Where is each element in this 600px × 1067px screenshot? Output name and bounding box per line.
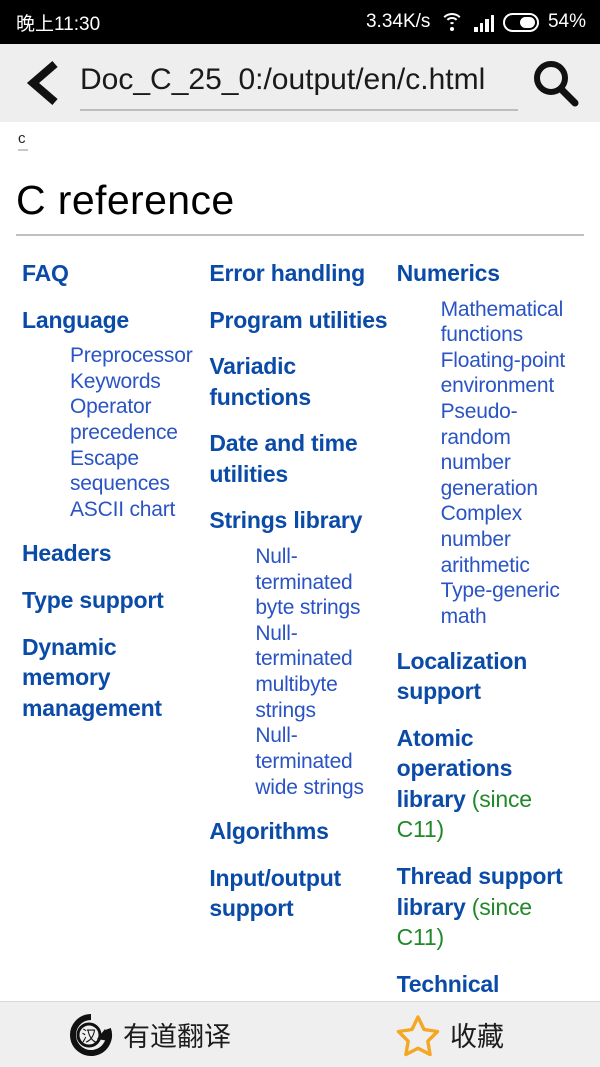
- signal-bars-icon: [474, 13, 494, 32]
- reference-top-link[interactable]: Numerics: [397, 258, 578, 289]
- reference-sub-link[interactable]: Null-terminated multibyte strings: [255, 621, 388, 723]
- reference-top-link-label: Type support: [22, 587, 164, 613]
- reference-top-link[interactable]: Technical Specifications: [397, 969, 578, 1001]
- reference-sub-link[interactable]: Complex number arithmetic: [441, 501, 578, 578]
- reference-top-link-label: FAQ: [22, 260, 69, 286]
- reference-sub-link[interactable]: Null-terminated wide strings: [255, 723, 388, 800]
- wifi-icon: [439, 12, 465, 32]
- star-outline-icon: [396, 1014, 440, 1056]
- breadcrumb[interactable]: c: [18, 122, 28, 151]
- reference-sub-link[interactable]: Keywords: [70, 369, 199, 395]
- reference-sublist: Null-terminated byte strings Null-termina…: [209, 544, 388, 800]
- reference-top-link[interactable]: Localization support: [397, 646, 578, 707]
- reference-sub-link[interactable]: Pseudo-random number generation: [441, 399, 578, 501]
- reference-top-link-label: Program utilities: [209, 306, 388, 333]
- status-clock: 晚上11:30: [16, 13, 101, 35]
- reference-sub-link[interactable]: ASCII chart: [70, 497, 199, 523]
- reference-sub-link[interactable]: Escape sequences: [70, 446, 199, 497]
- reference-sub-link[interactable]: Type-generic math: [441, 578, 578, 629]
- battery-icon: [502, 12, 539, 32]
- reference-columns: FAQ Language Preprocessor Keywords Operator …: [16, 258, 584, 1001]
- page-title: C reference: [16, 177, 584, 236]
- translate-label: 有道翻译: [123, 1022, 231, 1052]
- reference-top-link-label: Variadic functions: [209, 353, 312, 410]
- reference-top-link-label: Dynamic memory management: [22, 633, 162, 721]
- reference-top-link[interactable]: Thread support library (since C11): [397, 861, 578, 953]
- url-input[interactable]: Doc_C_25_0:/output/en/c.html: [80, 63, 518, 101]
- reference-sub-link[interactable]: Operator precedence: [70, 394, 199, 445]
- reference-top-link[interactable]: Atomic operations library (since C11): [397, 723, 578, 845]
- reference-sublist: Preprocessor Keywords Operator precedence E…: [22, 343, 199, 522]
- network-speed-label: 3.34K/s: [365, 11, 431, 32]
- battery-percent-label: 54%: [547, 11, 586, 32]
- status-indicators: 3.34K/s 54%: [366, 11, 586, 33]
- reference-top-link-label: Error handling: [209, 260, 365, 286]
- back-chevron-icon: [26, 60, 58, 106]
- reference-top-link-label: Strings library: [209, 507, 363, 534]
- svg-text:汉: 汉: [81, 1028, 96, 1045]
- reference-top-link[interactable]: Date and time utilities: [209, 428, 388, 489]
- reference-top-link-label: Language: [22, 306, 130, 333]
- translate-button[interactable]: 汉 有道翻译: [0, 1013, 300, 1057]
- reference-column-2: Error handling Program utilities Variadic …: [205, 258, 394, 940]
- back-button[interactable]: [16, 55, 72, 111]
- web-page-content: c C reference FAQ Language Preprocessor Key…: [0, 122, 600, 1001]
- youdao-translate-icon: 汉: [70, 1013, 113, 1056]
- reference-top-link-label: Localization support: [396, 647, 528, 705]
- reference-top-link-label: Algorithms: [209, 818, 329, 845]
- url-bar[interactable]: Doc_C_25_0:/output/en/c.html: [80, 55, 518, 111]
- reference-top-link[interactable]: Strings library: [209, 505, 388, 536]
- reference-sub-link[interactable]: Preprocessor: [70, 343, 199, 369]
- search-button[interactable]: [526, 54, 584, 112]
- reference-top-link[interactable]: FAQ: [22, 258, 199, 289]
- reference-sub-link[interactable]: Mathematical functions: [441, 297, 578, 348]
- reference-sub-link[interactable]: Floating-point environment: [441, 348, 578, 399]
- reference-top-link[interactable]: Variadic functions: [209, 351, 388, 412]
- browser-window: 晚上11:30 3.34K/s 54% Doc_C_25_0:/output/e…: [0, 0, 600, 1067]
- favorite-button[interactable]: 收藏: [300, 1013, 600, 1057]
- reference-top-link[interactable]: Input/output support: [209, 863, 388, 924]
- reference-column-3: Numerics Mathematical functions Floating-p…: [395, 258, 584, 1001]
- search-icon: [534, 61, 579, 107]
- reference-top-link-label: Numerics: [396, 260, 500, 286]
- reference-top-link[interactable]: Headers: [22, 538, 199, 569]
- browser-toolbar: Doc_C_25_0:/output/en/c.html: [0, 44, 600, 122]
- reference-top-link[interactable]: Dynamic memory management: [22, 632, 199, 724]
- reference-sublist: Mathematical functions Floating-point env…: [397, 297, 578, 630]
- reference-top-link[interactable]: Program utilities: [209, 305, 388, 336]
- reference-top-link[interactable]: Type support: [22, 585, 199, 616]
- reference-top-link-label: Date and time utilities: [209, 430, 358, 487]
- reference-top-link[interactable]: Algorithms: [209, 816, 388, 847]
- reference-top-link-label: Headers: [22, 540, 112, 567]
- reference-top-link[interactable]: Error handling: [209, 258, 388, 289]
- status-bar: 晚上11:30 3.34K/s 54%: [0, 0, 600, 44]
- reference-top-link-label: Technical Specifications: [396, 970, 500, 997]
- bottom-toolbar: 汉 有道翻译 收藏: [0, 1001, 600, 1067]
- reference-top-link-label: Input/output support: [209, 864, 342, 922]
- reference-top-link[interactable]: Language: [22, 305, 199, 336]
- reference-sub-link[interactable]: Null-terminated byte strings: [255, 544, 388, 621]
- reference-column-1: FAQ Language Preprocessor Keywords Operator …: [16, 258, 205, 739]
- favorite-label: 收藏: [450, 1022, 504, 1052]
